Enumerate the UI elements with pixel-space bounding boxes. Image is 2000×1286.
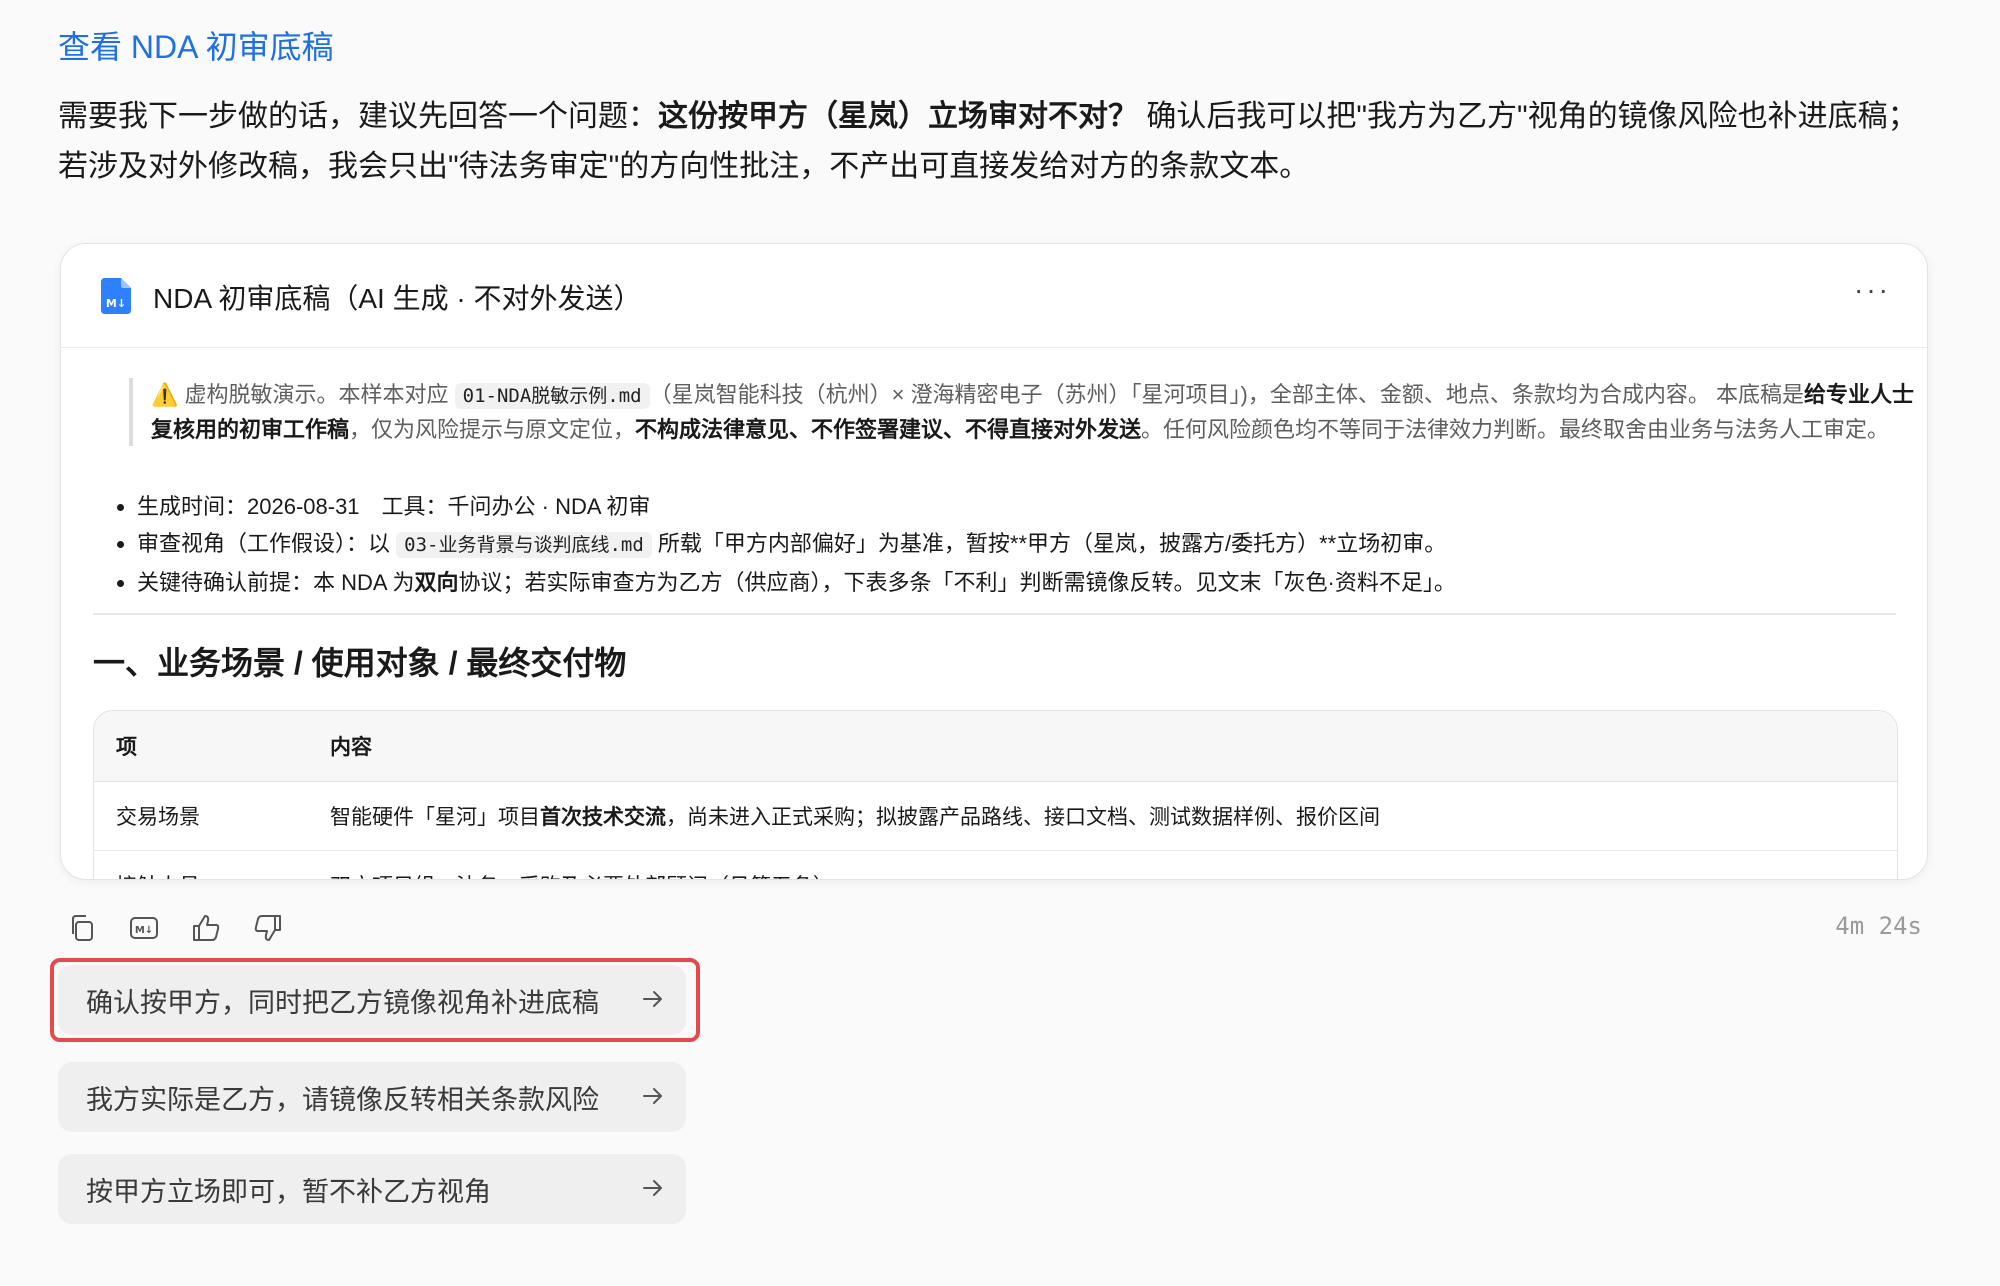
list-item: 关键待确认前提：本 NDA 为双向协议；若实际审查方为乙方（供应商），下表多条「… — [137, 564, 1927, 601]
table-header-row: 项 内容 — [94, 711, 1897, 782]
disclaimer-quote: ⚠️ 虚构脱敏演示。本样本对应 01-NDA脱敏示例.md （星岚智能科技（杭州）… — [129, 378, 1927, 446]
elapsed-time: 4m 24s — [1835, 912, 1922, 940]
inline-code: 01-NDA脱敏示例.md — [454, 383, 650, 409]
document-card: M↓ NDA 初审底稿（AI 生成 · 不对外发送） ··· ⚠️ 虚构脱敏演示… — [60, 243, 1928, 880]
cell-text: 智能硬件「星河」项目 — [330, 806, 540, 829]
thumbs-up-icon — [193, 915, 220, 941]
list-item-bold: 双向 — [414, 570, 459, 595]
suggestion-party-b[interactable]: 我方实际是乙方，请镜像反转相关条款风险 — [58, 1062, 686, 1132]
like-button[interactable] — [188, 910, 224, 946]
markdown-file-icon: M↓ — [101, 278, 131, 314]
suggestion-label: 我方实际是乙方，请镜像反转相关条款风险 — [86, 1084, 599, 1115]
quote-text: ，仅为风险提示与原文定位， — [349, 417, 636, 442]
intro-text: 需要我下一步做的话，建议先回答一个问题： — [58, 100, 658, 133]
suggestion-label: 确认按甲方，同时把乙方镜像视角补进底稿 — [86, 987, 599, 1018]
suggestion-party-a-only[interactable]: 按甲方立场即可，暂不补乙方视角 — [58, 1154, 686, 1224]
list-item-text: 关键待确认前提：本 NDA 为 — [137, 570, 415, 595]
list-item-text: 生成时间：2026-08-31 工具：千问办公 · NDA 初审 — [137, 494, 651, 519]
copy-icon — [72, 915, 93, 941]
card-title: NDA 初审底稿（AI 生成 · 不对外发送） — [153, 283, 642, 314]
meta-list: 生成时间：2026-08-31 工具：千问办公 · NDA 初审 审查视角（工作… — [93, 488, 1927, 601]
divider — [93, 613, 1896, 615]
thumbs-down-icon — [254, 915, 281, 941]
table-header-cell: 内容 — [329, 711, 1897, 782]
list-item: 生成时间：2026-08-31 工具：千问办公 · NDA 初审 — [137, 488, 1927, 525]
dislike-button[interactable] — [250, 910, 286, 946]
svg-text:M↓: M↓ — [135, 925, 153, 936]
table-row: 交易场景 智能硬件「星河」项目首次技术交流，尚未进入正式采购；拟披露产品路线、接… — [94, 781, 1897, 851]
table-row: 接触人员 双方项目组、法务、采购及必要外部顾问（见第五条） — [94, 850, 1897, 879]
list-item: 审查视角（工作假设）：以 03-业务背景与谈判底线.md 所载「甲方内部偏好」为… — [137, 525, 1927, 564]
section-heading: 一、业务场景 / 使用对象 / 最终交付物 — [93, 645, 627, 681]
view-nda-draft-link[interactable]: 查看 NDA 初审底稿 — [58, 22, 334, 68]
table-cell: 接触人员 — [94, 850, 329, 879]
card-header: M↓ NDA 初审底稿（AI 生成 · 不对外发送） ··· — [61, 244, 1927, 348]
cell-text: ，尚未进入正式采购；拟披露产品路线、接口文档、测试数据样例、报价区间 — [666, 806, 1380, 829]
more-options-button[interactable]: ··· — [1854, 274, 1891, 306]
copy-markdown-button[interactable]: M↓ — [126, 910, 162, 946]
suggestion-confirm-party-a[interactable]: 确认按甲方，同时把乙方镜像视角补进底稿 — [58, 965, 686, 1035]
list-item-text: 审查视角（工作假设）：以 — [137, 531, 397, 556]
table-cell: 交易场景 — [94, 781, 329, 851]
suggestion-label: 按甲方立场即可，暂不补乙方视角 — [86, 1176, 491, 1207]
quote-text: （星岚智能科技（杭州）× 澄海精密电子（苏州）「星河项目」)，全部主体、金额、地… — [649, 382, 1804, 407]
assistant-message: 需要我下一步做的话，建议先回答一个问题：这份按甲方（星岚）立场审对不对？ 确认后… — [58, 92, 1938, 192]
quote-text: 。任何风险颜色均不等同于法律效力判断。最终取舍由业务与法务人工审定。 — [1141, 417, 1890, 442]
markdown-icon: M↓ — [130, 917, 158, 939]
message-actions: M↓ — [64, 908, 286, 948]
arrow-right-icon — [643, 1088, 662, 1104]
inline-code: 03-业务背景与谈判底线.md — [396, 532, 652, 558]
card-body: ⚠️ 虚构脱敏演示。本样本对应 01-NDA脱敏示例.md （星岚智能科技（杭州）… — [93, 348, 1914, 879]
arrow-right-icon — [643, 991, 662, 1007]
table-cell: 双方项目组、法务、采购及必要外部顾问（见第五条） — [329, 850, 1897, 879]
svg-text:M↓: M↓ — [106, 297, 126, 310]
table-header-cell: 项 — [94, 711, 329, 782]
quote-bold: 不构成法律意见、不作签署建议、不得直接对外发送 — [635, 417, 1142, 442]
intro-question: 这份按甲方（星岚）立场审对不对？ — [658, 100, 1138, 133]
scenario-table: 项 内容 交易场景 智能硬件「星河」项目首次技术交流，尚未进入正式采购；拟披露产… — [93, 710, 1898, 879]
table-cell: 智能硬件「星河」项目首次技术交流，尚未进入正式采购；拟披露产品路线、接口文档、测… — [329, 781, 1897, 851]
arrow-right-icon — [643, 1180, 662, 1196]
copy-button[interactable] — [64, 910, 100, 946]
list-item-text: 协议；若实际审查方为乙方（供应商），下表多条「不利」判断需镜像反转。见文末「灰色… — [458, 570, 1456, 595]
quote-text: ⚠️ 虚构脱敏演示。本样本对应 — [151, 382, 455, 407]
list-item-text: 所载「甲方内部偏好」为基准，暂按**甲方（星岚，披露方/委托方）**立场初审。 — [651, 531, 1447, 556]
cell-bold: 首次技术交流 — [540, 806, 666, 829]
